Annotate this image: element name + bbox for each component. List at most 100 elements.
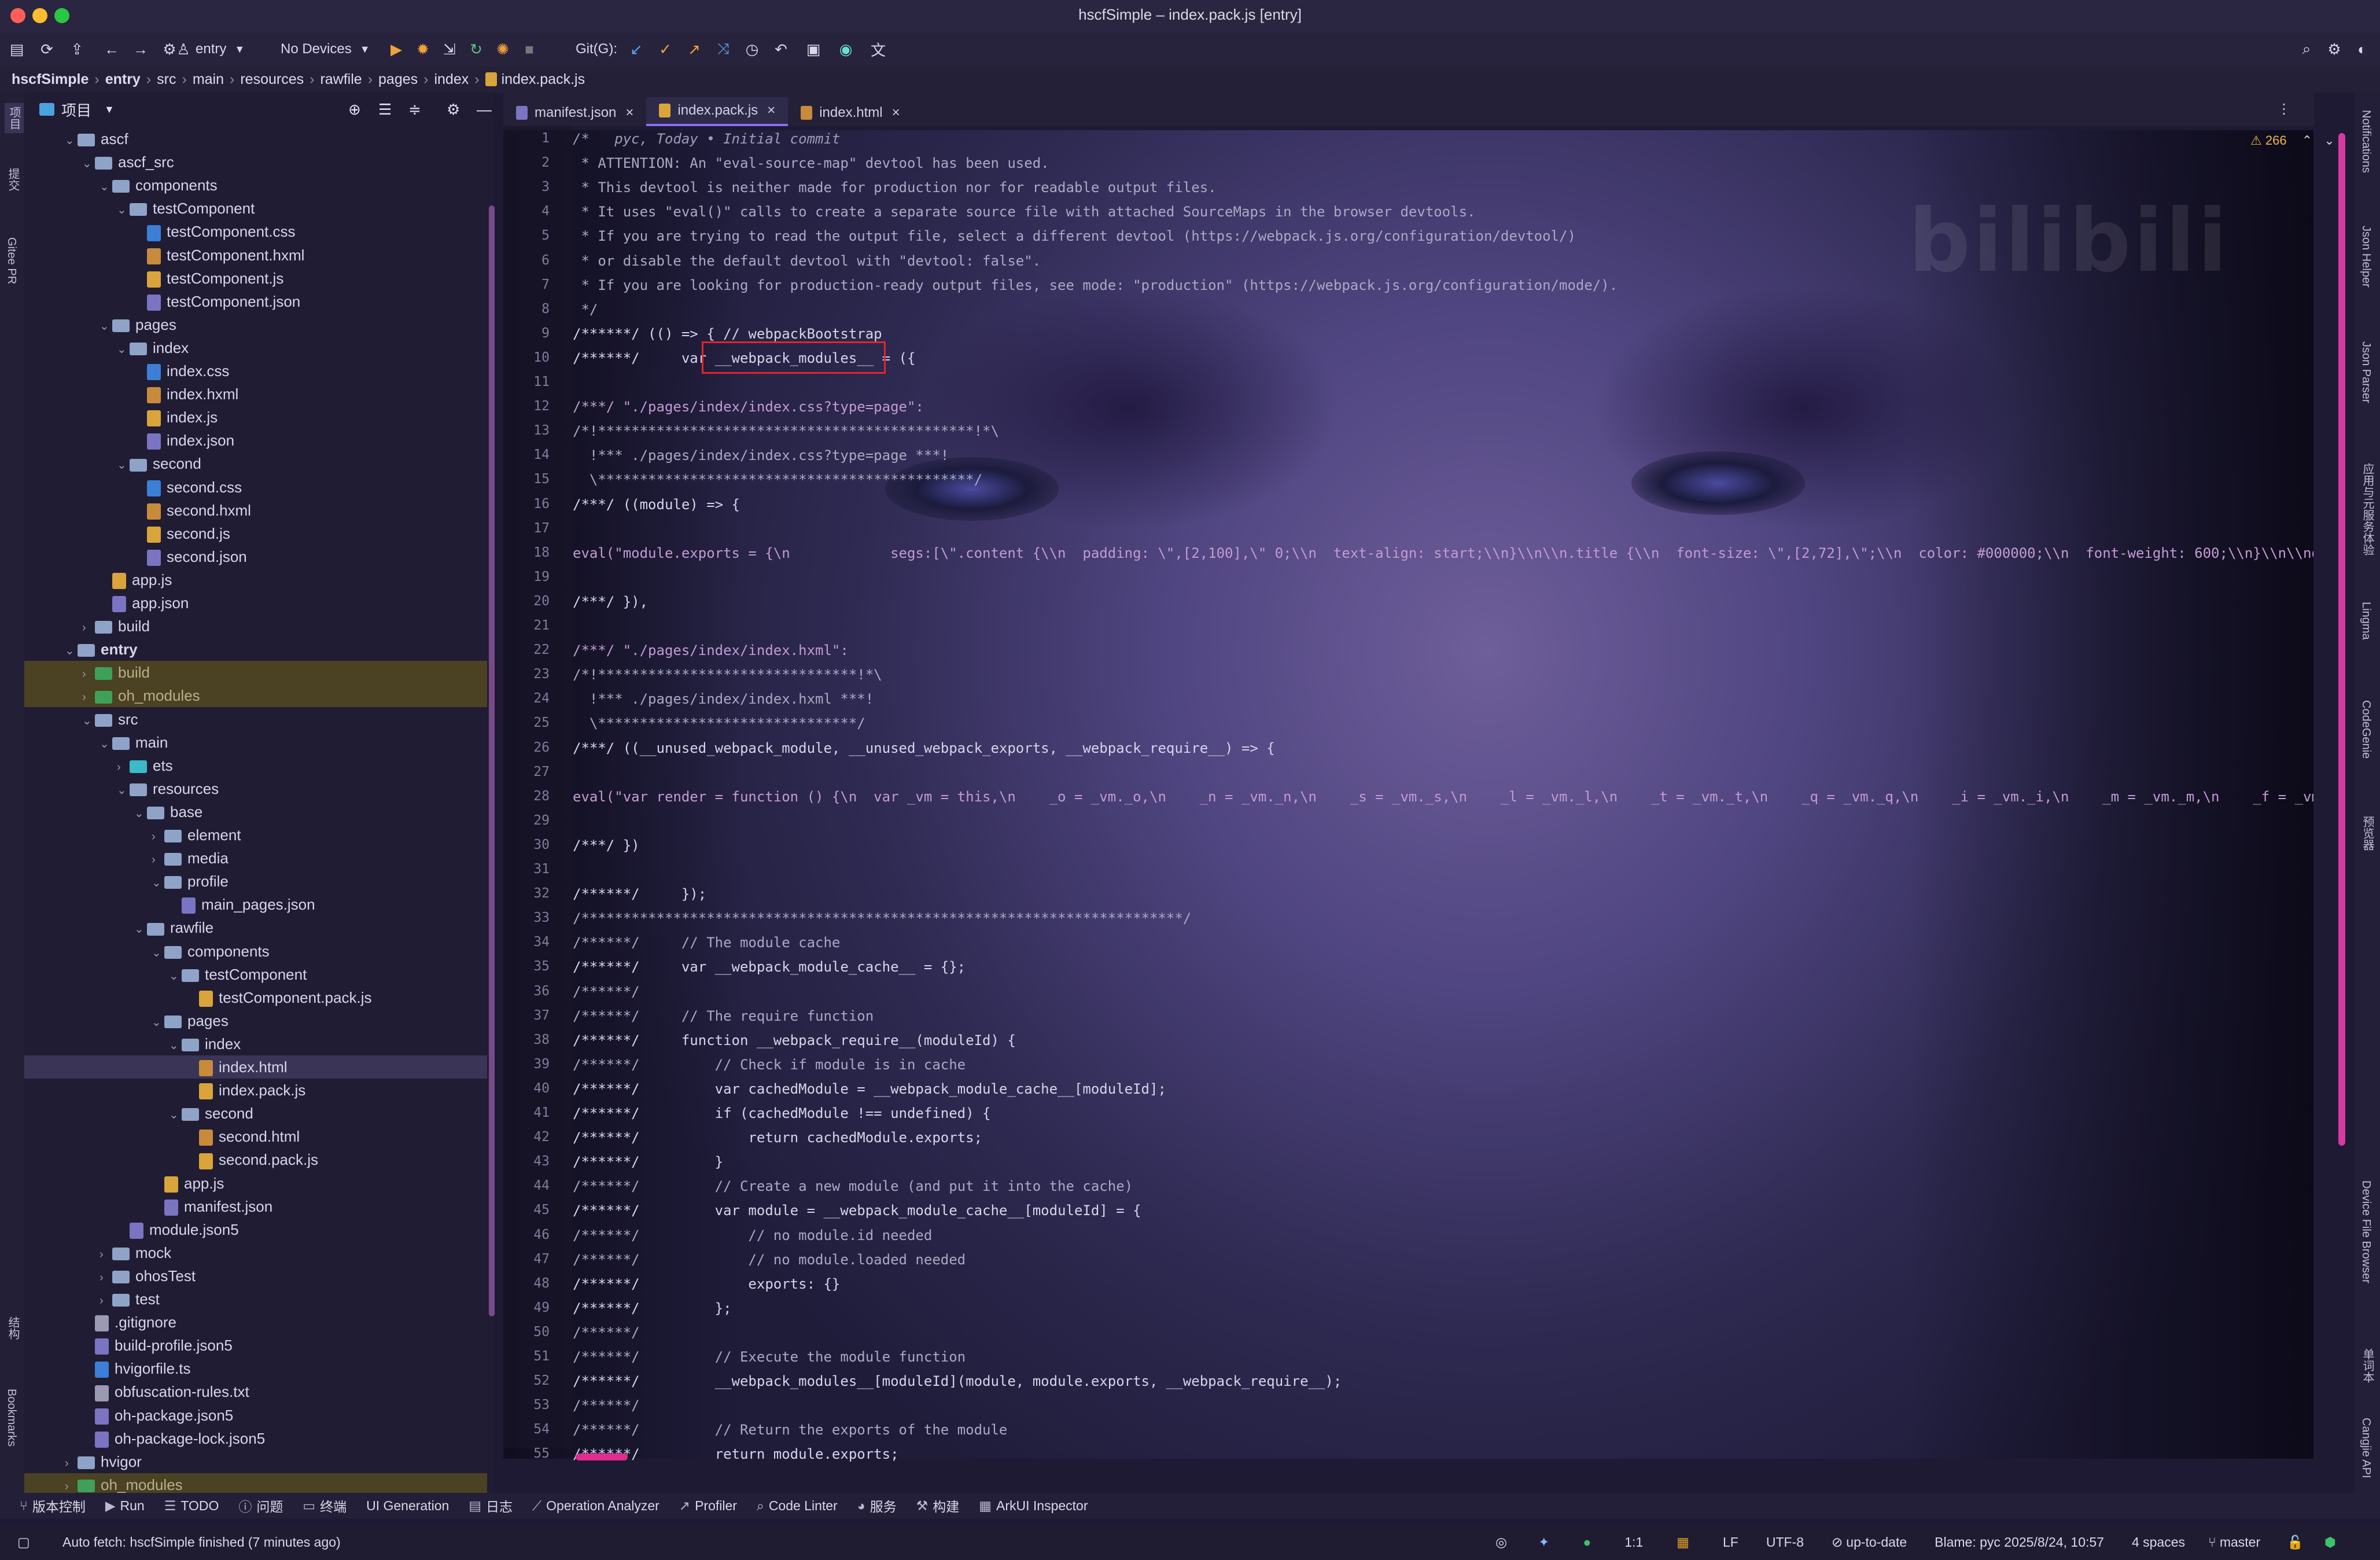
attach-debugger-icon[interactable]: ⇲ [440, 39, 459, 59]
indent-setting[interactable]: 4 spaces [2132, 1535, 2185, 1550]
tree-item[interactable]: ⌄ testComponent [24, 197, 487, 220]
breadcrumb-item[interactable]: pages [378, 71, 418, 88]
tree-item[interactable]: index.json [24, 429, 487, 452]
code-line[interactable]: !*** ./pages/index/index.hxml ***! [573, 691, 2313, 707]
locate-file-icon[interactable]: ⊕ [348, 101, 361, 119]
chevron-down-icon[interactable]: ⌄ [117, 198, 130, 222]
tool-log[interactable]: ▤ 日志 [469, 1496, 513, 1515]
code-line[interactable]: /******/ var module = __webpack_module_c… [573, 1202, 2313, 1219]
chevron-right-icon[interactable]: › [100, 1266, 112, 1289]
tree-item[interactable]: testComponent.json [24, 290, 487, 313]
tree-item[interactable]: ⌄ resources [24, 777, 487, 800]
code-line[interactable]: /***/ }) [573, 837, 2313, 853]
run-icon[interactable]: ▶ [386, 39, 406, 59]
tree-item[interactable]: second.hxml [24, 499, 487, 522]
tree-item[interactable]: index.js [24, 406, 487, 429]
code-line[interactable]: * It uses "eval()" calls to create a sep… [573, 204, 2313, 220]
code-line[interactable]: /******/ [573, 1397, 2313, 1414]
code-line[interactable]: !*** ./pages/index/index.css?type=page *… [573, 447, 2313, 463]
tool-ui-generation[interactable]: UI Generation [366, 1498, 449, 1514]
chevron-down-icon[interactable]: ⌄ [134, 918, 147, 941]
tree-item[interactable]: ⌄ ascf [24, 127, 487, 150]
breadcrumb-item[interactable]: index [434, 71, 469, 88]
tree-item[interactable]: oh-package-lock.json5 [24, 1427, 487, 1450]
tree-item[interactable]: index.pack.js [24, 1079, 487, 1102]
code-line[interactable]: */ [573, 301, 2313, 318]
tree-item[interactable]: › media [24, 847, 487, 870]
file-encoding[interactable]: UTF-8 [1766, 1535, 1804, 1550]
upload-icon[interactable]: ⇪ [67, 39, 87, 59]
status-message[interactable]: Auto fetch: hscfSimple finished (7 minut… [62, 1535, 341, 1550]
code-line[interactable]: /* pyc, Today • Initial commit [573, 131, 2313, 147]
chevron-down-icon[interactable]: ⌄ [169, 1103, 182, 1127]
plugin-status-icon[interactable]: ⬢ [2324, 1535, 2336, 1550]
chevron-down-icon[interactable]: ⌄ [152, 871, 164, 895]
editor-horizontal-scrollbar[interactable] [576, 1454, 628, 1460]
app-service-experience-tool-button[interactable]: 应用与元服务体验 [2359, 463, 2376, 555]
git-push-icon[interactable]: ↗ [684, 39, 704, 59]
tree-item[interactable]: index.hxml [24, 382, 487, 406]
tree-item[interactable]: ⌄ main [24, 731, 487, 754]
breadcrumb-item[interactable]: hscfSimple [12, 71, 89, 88]
tree-item[interactable]: › build [24, 615, 487, 638]
code-line[interactable]: /******/ [573, 1324, 2313, 1341]
cangjie-api-tool-button[interactable]: Cangjie API [2359, 1418, 2372, 1478]
tree-item[interactable]: ⌄ ascf_src [24, 150, 487, 174]
windows-grid-icon[interactable]: ▦ [1677, 1535, 1689, 1550]
account-avatar-icon[interactable]: ◐ [2352, 39, 2372, 59]
project-panel-title[interactable]: 项目 [61, 99, 91, 120]
tree-item[interactable]: › test [24, 1287, 487, 1311]
tree-item[interactable]: second.js [24, 522, 487, 545]
code-line[interactable]: eval("var render = function () {\n var _… [573, 789, 2313, 805]
git-commit-icon[interactable]: ✓ [655, 39, 675, 59]
git-rollback-icon[interactable]: ↶ [771, 39, 791, 59]
code-line[interactable]: /******/ return cachedModule.exports; [573, 1129, 2313, 1146]
tool-version-control[interactable]: ⑂ 版本控制 [20, 1496, 86, 1515]
save-icon[interactable]: ▤ [7, 39, 27, 59]
tree-item[interactable]: app.js [24, 568, 487, 591]
memory-indicator-icon[interactable]: ◎ [1495, 1535, 1507, 1550]
tree-item[interactable]: ⌄ entry [24, 638, 487, 661]
code-line[interactable]: * or disable the default devtool with "d… [573, 253, 2313, 269]
code-line[interactable]: /******/ // Return the exports of the mo… [573, 1422, 2313, 1438]
module-selector[interactable]: ♙ entry ▼ [174, 38, 245, 60]
chevron-right-icon[interactable]: › [100, 1289, 112, 1312]
code-line[interactable]: /******/ }); [573, 886, 2313, 902]
tree-item[interactable]: › ohosTest [24, 1264, 487, 1287]
chevron-down-icon[interactable]: ⌄ [100, 175, 112, 198]
tree-item[interactable]: index.html [24, 1055, 487, 1079]
tree-item[interactable]: testComponent.css [24, 220, 487, 243]
tool-services[interactable]: ◕ 服务 [857, 1496, 897, 1515]
chevron-down-icon[interactable]: ⌄ [65, 639, 78, 663]
tree-item[interactable]: testComponent.hxml [24, 244, 487, 267]
breadcrumb-item[interactable]: main [193, 71, 224, 88]
close-icon[interactable]: × [767, 102, 775, 119]
tree-item[interactable]: ⌄ src [24, 708, 487, 731]
tree-item[interactable]: oh-package.json5 [24, 1404, 487, 1427]
git-history-icon[interactable]: ◷ [742, 39, 762, 59]
git-merge-icon[interactable]: ⤨ [713, 39, 733, 59]
json-parser-tool-button[interactable]: Json Parser [2359, 341, 2372, 403]
breadcrumb-item[interactable]: resources [240, 71, 304, 88]
blame-info[interactable]: Blame: pyc 2025/8/24, 10:57 [1935, 1535, 2104, 1550]
chevron-down-icon[interactable]: ⌄ [134, 802, 147, 825]
translate-icon[interactable]: 文 [868, 39, 888, 59]
git-branch[interactable]: master [2220, 1535, 2260, 1550]
chevron-down-icon[interactable]: ⌄ [2324, 133, 2334, 148]
gitee-pr-tool-button[interactable]: Gitee PR [5, 237, 18, 284]
code-line[interactable]: /******/ } [573, 1154, 2313, 1170]
profile-icon[interactable]: ✺ [493, 39, 513, 59]
editor-vertical-scrollbar[interactable] [2338, 133, 2345, 1146]
json-helper-tool-button[interactable]: Json Helper [2359, 226, 2372, 288]
tree-item[interactable]: ⌄ testComponent [24, 963, 487, 986]
code-line[interactable]: /***/ }), [573, 594, 2313, 610]
tree-item[interactable]: ⌄ components [24, 940, 487, 963]
device-manager-icon[interactable]: ▣ [804, 39, 823, 59]
breadcrumb-item[interactable]: src [157, 71, 176, 88]
tool-profiler[interactable]: ↗ Profiler [679, 1498, 737, 1514]
codegenie-tool-button[interactable]: CodeGenie [2359, 700, 2372, 759]
hide-panel-icon[interactable]: — [477, 101, 492, 119]
code-line[interactable]: /*!*************************************… [573, 423, 2313, 439]
chevron-down-icon[interactable]: ⌄ [65, 129, 78, 152]
tree-item[interactable]: ⌄ pages [24, 1009, 487, 1032]
